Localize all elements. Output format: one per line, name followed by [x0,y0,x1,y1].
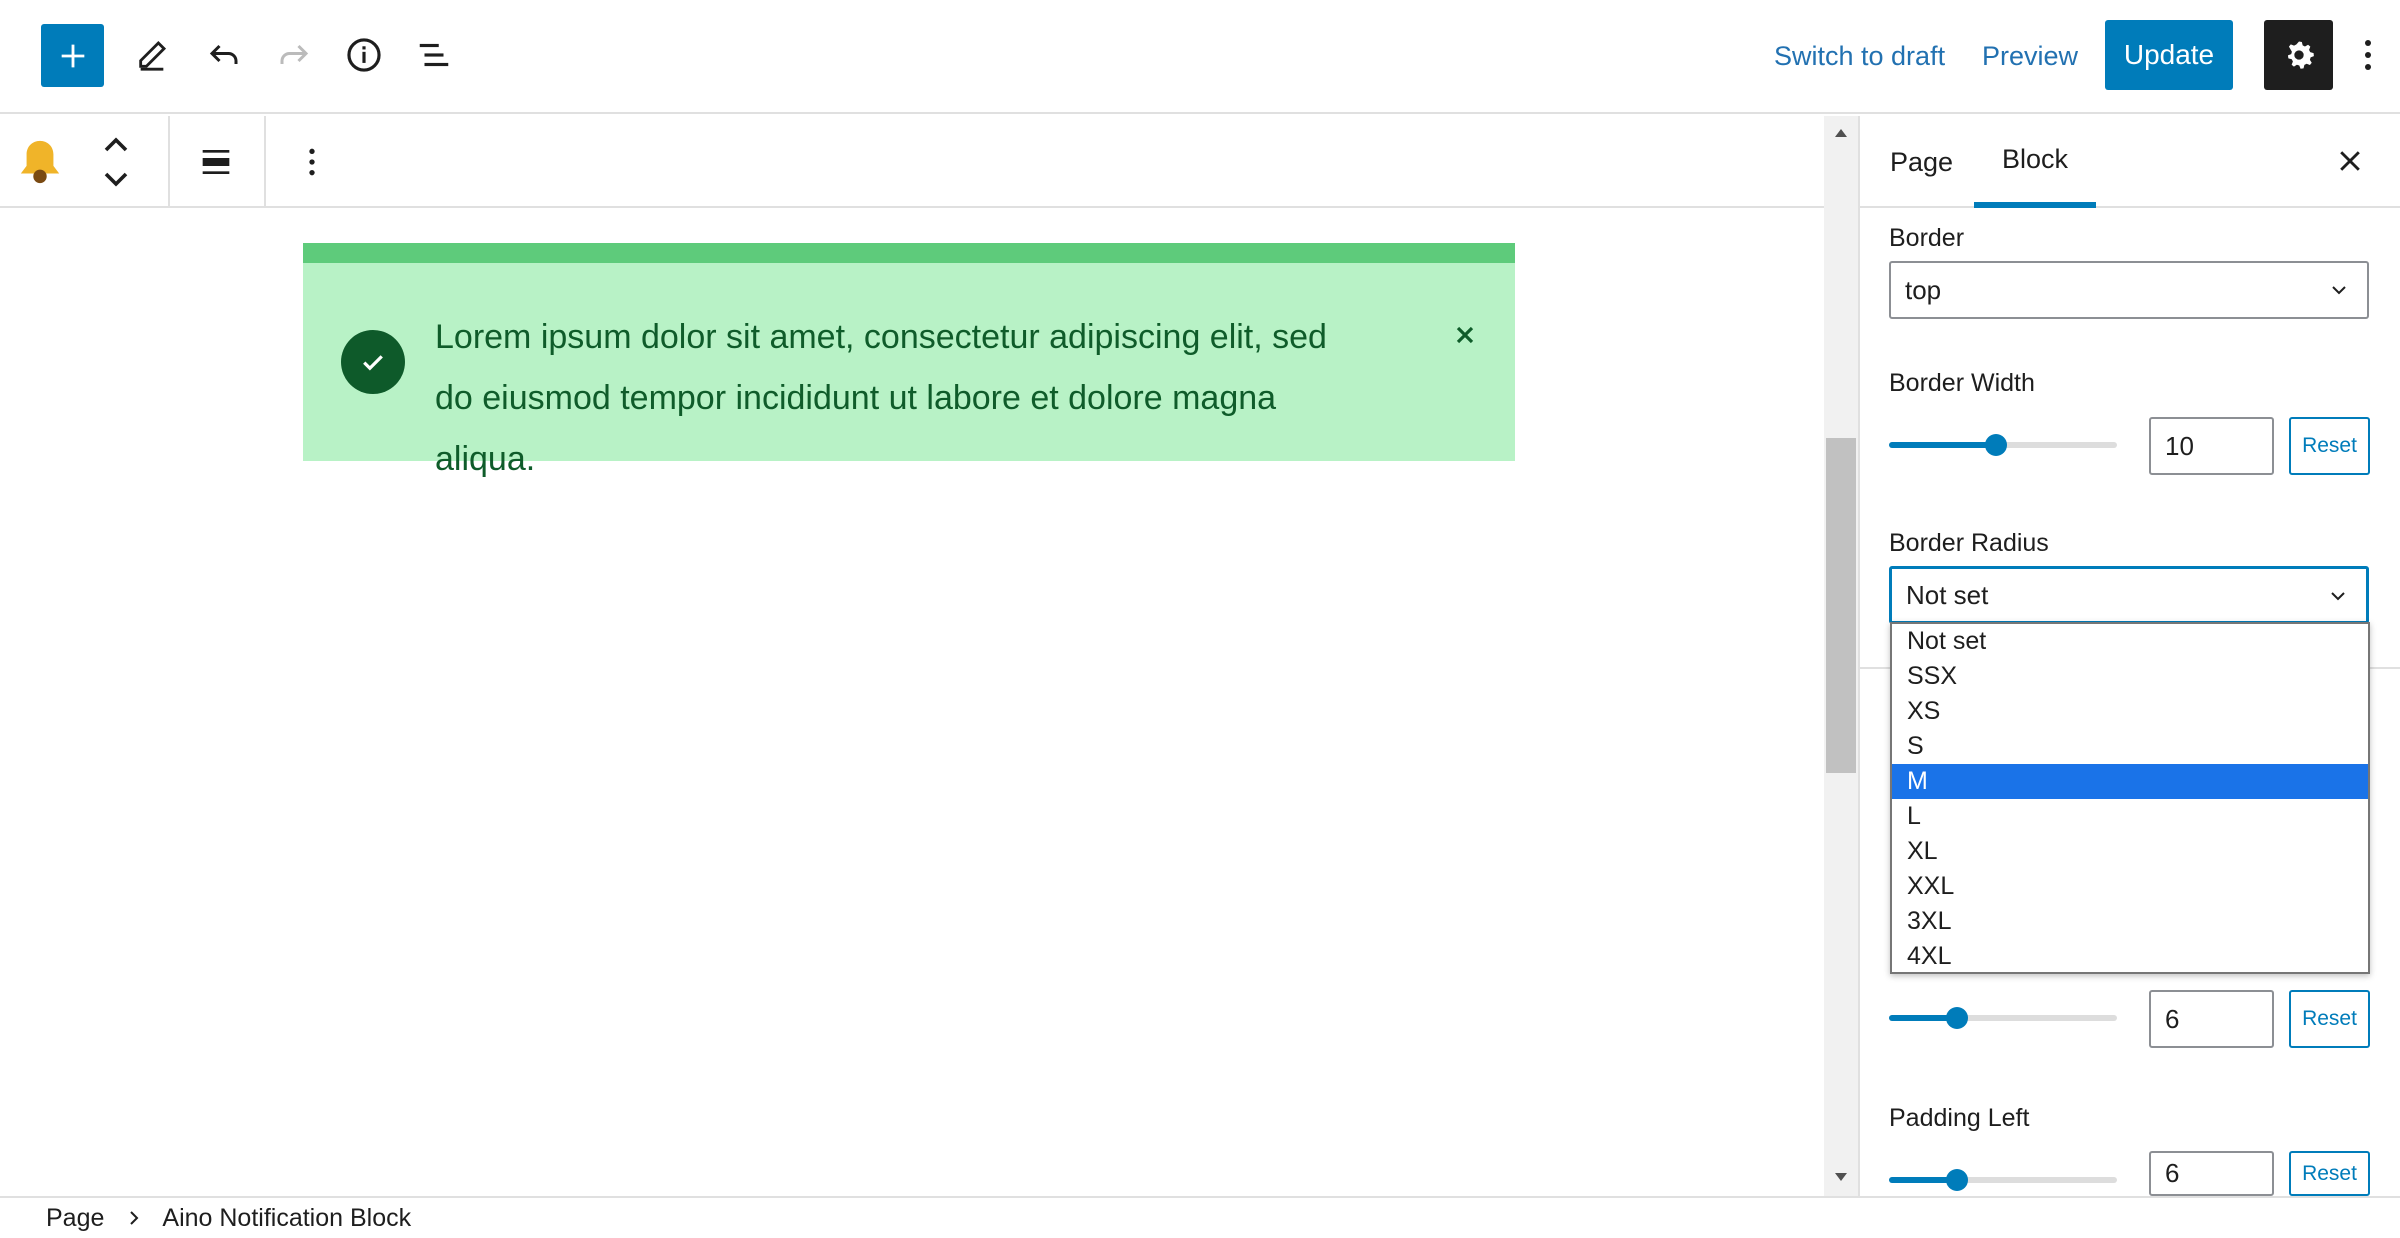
update-button[interactable]: Update [2105,20,2233,90]
move-up-down-buttons[interactable] [92,130,140,194]
details-button[interactable] [336,27,392,83]
breadcrumb-item-page[interactable]: Page [46,1204,104,1233]
notification-text[interactable]: Lorem ipsum dolor sit amet, consectetur … [435,307,1365,490]
border-radius-options-list[interactable]: Not set SSX XS S M L XL XXL 3XL 4XL [1890,622,2370,974]
slider-thumb[interactable] [1985,434,2008,456]
block-options-button[interactable] [290,136,334,188]
more-vertical-icon [309,148,315,176]
scrollbar-thumb[interactable] [1826,438,1856,773]
editor-top-toolbar: Switch to draft Preview Update [0,0,2400,114]
border-width-reset-button[interactable]: Reset [2289,417,2370,475]
list-view-icon [419,43,449,67]
padding-left-label: Padding Left [1889,1104,2030,1132]
more-vertical-icon [2365,40,2371,70]
chevron-down-icon [2332,286,2346,295]
breadcrumb: Page Aino Notification Block [0,1196,2400,1238]
dropdown-option[interactable]: XS [1892,694,2368,729]
padding-left-slider[interactable] [1889,1169,2117,1191]
padding-left-input[interactable]: 6 [2149,1151,2274,1196]
block-toolbar [0,116,1824,208]
align-wide-icon [202,150,230,174]
plus-icon [61,44,84,67]
scroll-up-arrow-icon[interactable] [1830,122,1852,144]
tab-block[interactable]: Block [1974,116,2097,208]
border-width-label: Border Width [1889,369,2035,397]
tools-button[interactable] [124,27,180,83]
block-inserter-button[interactable] [41,24,104,87]
border-select-value: top [1905,274,1942,305]
dropdown-option[interactable]: XL [1892,834,2368,869]
options-menu-button[interactable] [2348,27,2388,83]
dropdown-option[interactable]: L [1892,799,2368,834]
padding-slider[interactable] [1889,1007,2117,1029]
close-icon [1456,326,1474,344]
border-radius-select[interactable]: Not set [1889,566,2369,624]
redo-button[interactable] [266,27,322,83]
border-radius-label: Border Radius [1889,529,2049,557]
switch-to-draft-button[interactable]: Switch to draft [1760,30,1959,82]
chevron-right-icon [130,1211,139,1225]
dropdown-option[interactable]: SSX [1892,659,2368,694]
toolbar-divider [264,116,266,208]
dropdown-option[interactable]: M [1892,764,2368,799]
tab-page[interactable]: Page [1888,116,1955,208]
align-button[interactable] [190,136,242,188]
settings-button[interactable] [2264,20,2333,90]
scroll-down-arrow-icon[interactable] [1830,1166,1852,1188]
padding-reset-button[interactable]: Reset [2289,990,2370,1048]
breadcrumb-item-block[interactable]: Aino Notification Block [162,1204,411,1233]
chevron-up-down-icon [104,137,128,187]
dropdown-option[interactable]: Not set [1892,624,2368,659]
border-select[interactable]: top [1889,261,2369,319]
slider-track-fill [1889,442,1997,448]
sidebar-tabs: Page Block [1860,116,2400,208]
close-sidebar-button[interactable] [2330,141,2370,181]
notification-close-button[interactable] [1445,315,1485,355]
border-width-input[interactable]: 10 [2149,417,2274,475]
border-label: Border [1889,224,1965,252]
border-radius-select-value: Not set [1906,579,1989,610]
bell-icon [20,140,60,184]
toolbar-divider [168,116,170,208]
info-icon [347,38,381,72]
undo-icon [209,44,238,64]
editor-canvas: Lorem ipsum dolor sit amet, consectetur … [0,116,1824,1196]
block-type-button[interactable] [14,136,66,188]
dropdown-option[interactable]: 3XL [1892,904,2368,939]
pencil-icon [139,40,167,71]
gear-icon [2287,41,2314,69]
dropdown-option[interactable]: XXL [1892,869,2368,904]
undo-button[interactable] [196,27,252,83]
border-width-slider[interactable] [1889,434,2117,456]
preview-button[interactable]: Preview [1968,30,2092,82]
padding-input[interactable]: 6 [2149,990,2274,1048]
chevron-down-icon [2331,592,2345,601]
dropdown-option[interactable]: S [1892,729,2368,764]
padding-left-reset-button[interactable]: Reset [2289,1151,2370,1196]
redo-icon [280,44,309,64]
notification-block[interactable]: Lorem ipsum dolor sit amet, consectetur … [303,243,1515,478]
close-icon [2340,151,2360,171]
list-view-button[interactable] [406,27,462,83]
check-icon [341,330,405,394]
dropdown-option[interactable]: 4XL [1892,939,2368,974]
